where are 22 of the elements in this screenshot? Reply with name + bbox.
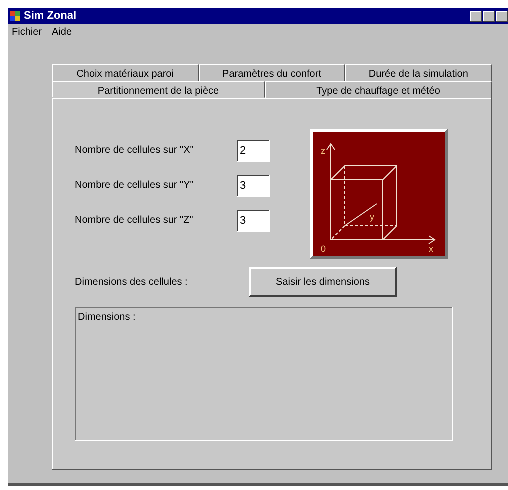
app-icon (10, 11, 20, 21)
menu-item[interactable]: Fichier (12, 25, 42, 37)
tab[interactable]: Choix matériaux paroi (52, 64, 199, 81)
group-title: Dimensions : (78, 312, 136, 323)
axes-cube-diagram: z y 0 x (310, 129, 448, 259)
tab[interactable]: Durée de la simulation (345, 64, 492, 81)
menu-item[interactable]: Aide (52, 25, 72, 37)
tab[interactable]: Paramètres du confort (198, 64, 346, 81)
dimensions-label: Dimensions des cellules : (75, 276, 189, 290)
enter-dimensions-button[interactable]: Saisir les dimensions (249, 267, 397, 297)
tab[interactable]: Type de chauffage et météo (265, 81, 492, 98)
window-title: Sim Zonal (24, 8, 77, 24)
input-field[interactable]: 3 (237, 174, 270, 196)
close-button[interactable] (496, 10, 508, 22)
field-label: Nombre de cellules sur "Y" (75, 179, 195, 193)
maximize-button[interactable] (483, 10, 495, 22)
field-label: Nombre de cellules sur "Z" (75, 214, 194, 228)
minimize-button[interactable] (470, 10, 482, 22)
input-field[interactable]: 2 (237, 140, 270, 162)
input-field[interactable]: 3 (237, 210, 270, 232)
tab[interactable]: Partitionnement de la pièce (52, 81, 265, 98)
field-label: Nombre de cellules sur "X" (75, 144, 195, 158)
